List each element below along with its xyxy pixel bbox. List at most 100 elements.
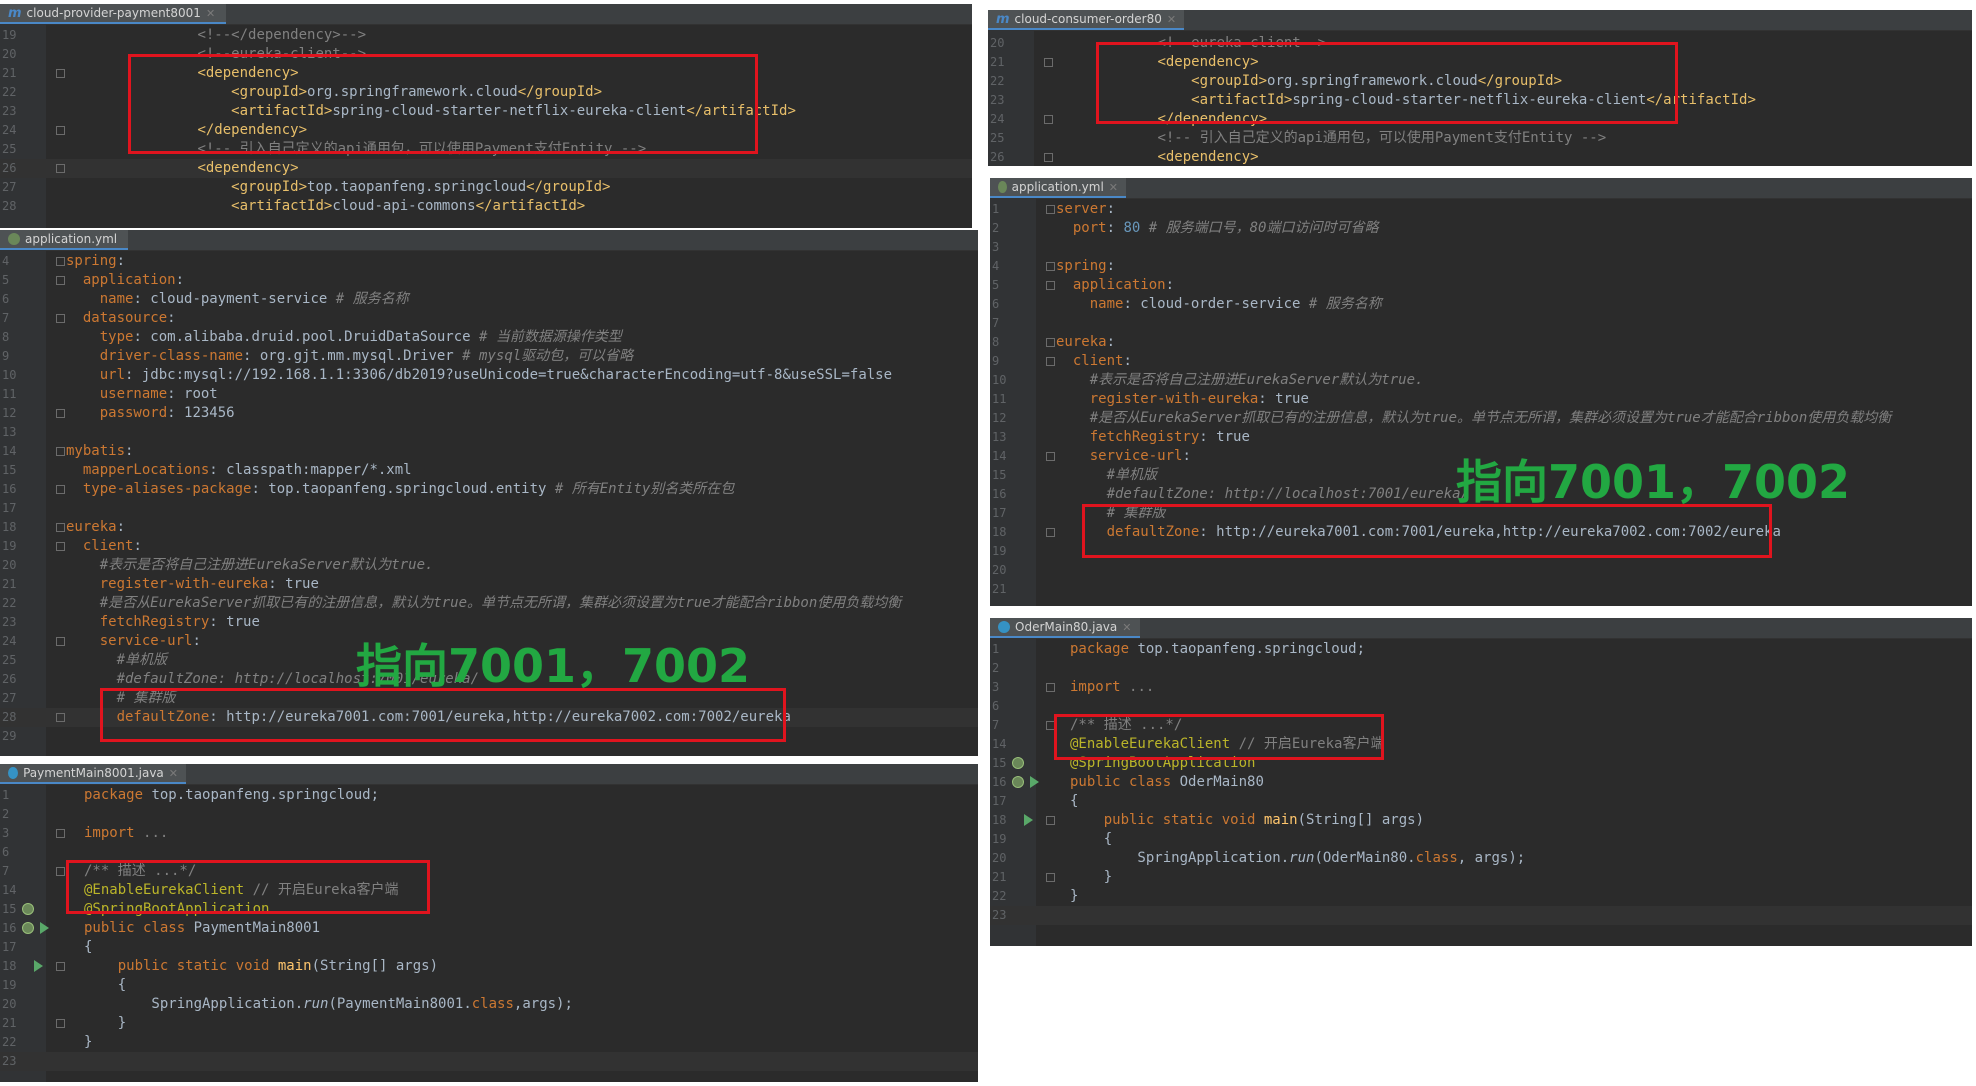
fold-marker-icon[interactable] xyxy=(1046,205,1055,214)
code-line[interactable]: 9 client: xyxy=(990,352,1972,371)
code-line[interactable]: 19 { xyxy=(990,830,1972,849)
fold-marker-icon[interactable] xyxy=(1046,262,1055,271)
code-line[interactable]: 4 spring: xyxy=(0,252,978,271)
code-line[interactable]: 16 public class PaymentMain8001 xyxy=(0,919,978,938)
spring-bean-icon[interactable] xyxy=(22,922,34,934)
code-line[interactable]: 13 xyxy=(0,423,978,442)
code-line[interactable]: 22 #是否从EurekaServer抓取已有的注册信息，默认为true。单节点… xyxy=(0,594,978,613)
code-line[interactable]: 15 mapperLocations: classpath:mapper/*.x… xyxy=(0,461,978,480)
fold-marker-icon[interactable] xyxy=(56,829,65,838)
fold-marker-icon[interactable] xyxy=(56,409,65,418)
code-line[interactable]: 21 } xyxy=(0,1014,978,1033)
code-line[interactable]: 5 application: xyxy=(990,276,1972,295)
code-line[interactable]: 9 driver-class-name: org.gjt.mm.mysql.Dr… xyxy=(0,347,978,366)
code-line[interactable]: 1 package top.taopanfeng.springcloud; xyxy=(990,640,1972,659)
fold-marker-icon[interactable] xyxy=(56,276,65,285)
code-line[interactable]: 1 package top.taopanfeng.springcloud; xyxy=(0,786,978,805)
code-line[interactable]: 6 name: cloud-payment-service # 服务名称 xyxy=(0,290,978,309)
code-line[interactable]: 17 { xyxy=(0,938,978,957)
code-line[interactable]: 17 xyxy=(0,499,978,518)
code-line[interactable]: 2 xyxy=(0,805,978,824)
code-line[interactable]: 21 register-with-eureka: true xyxy=(0,575,978,594)
code-line[interactable]: 12 #是否从EurekaServer抓取已有的注册信息，默认为true。单节点… xyxy=(990,409,1972,428)
run-icon[interactable] xyxy=(1030,776,1039,788)
code-line[interactable]: 4 spring: xyxy=(990,257,1972,276)
code-line[interactable]: 23 xyxy=(0,1052,978,1071)
code-line[interactable]: 18 public static void main(String[] args… xyxy=(0,957,978,976)
fold-marker-icon[interactable] xyxy=(56,523,65,532)
close-icon[interactable]: ✕ xyxy=(1109,181,1118,194)
code-line[interactable]: 8 type: com.alibaba.druid.pool.DruidData… xyxy=(0,328,978,347)
code-line[interactable]: 14 mybatis: xyxy=(0,442,978,461)
code-line[interactable]: 26 <dependency> xyxy=(988,148,1972,166)
code-line[interactable]: 19 <!--</dependency>--> xyxy=(0,26,972,45)
code-line[interactable]: 20 SpringApplication.run(OderMain80.clas… xyxy=(990,849,1972,868)
run-icon[interactable] xyxy=(34,960,43,972)
fold-marker-icon[interactable] xyxy=(1044,58,1053,67)
code-line[interactable]: 8 eureka: xyxy=(990,333,1972,352)
run-icon[interactable] xyxy=(1024,814,1033,826)
code-line[interactable]: 3 import ... xyxy=(990,678,1972,697)
code-line[interactable]: 20 SpringApplication.run(PaymentMain8001… xyxy=(0,995,978,1014)
code-line[interactable]: 10 #表示是否将自己注册进EurekaServer默认为true. xyxy=(990,371,1972,390)
fold-marker-icon[interactable] xyxy=(1046,873,1055,882)
fold-marker-icon[interactable] xyxy=(56,542,65,551)
code-line[interactable]: 27 <groupId>top.taopanfeng.springcloud</… xyxy=(0,178,972,197)
code-line[interactable]: 21 xyxy=(990,580,1972,599)
editor-java-provider[interactable]: PaymentMain8001.java ✕ 1 package top.taop… xyxy=(0,764,978,1082)
code-line[interactable]: 18 eureka: xyxy=(0,518,978,537)
close-icon[interactable]: ✕ xyxy=(169,767,178,780)
code-line[interactable]: 2 port: 80 # 服务端口号，80端口访问时可省略 xyxy=(990,219,1972,238)
code-line[interactable]: 11 register-with-eureka: true xyxy=(990,390,1972,409)
code-line[interactable]: 1 server: xyxy=(990,200,1972,219)
fold-marker-icon[interactable] xyxy=(56,164,65,173)
spring-bean-icon[interactable] xyxy=(22,903,34,915)
fold-marker-icon[interactable] xyxy=(56,126,65,135)
tab-java-provider[interactable]: PaymentMain8001.java ✕ xyxy=(0,764,186,784)
code-line[interactable]: 18 public static void main(String[] args… xyxy=(990,811,1972,830)
code-line[interactable]: 3 xyxy=(990,238,1972,257)
fold-marker-icon[interactable] xyxy=(56,637,65,646)
fold-marker-icon[interactable] xyxy=(56,485,65,494)
fold-marker-icon[interactable] xyxy=(1044,115,1053,124)
close-icon[interactable]: ✕ xyxy=(1167,13,1176,26)
fold-marker-icon[interactable] xyxy=(56,1019,65,1028)
fold-marker-icon[interactable] xyxy=(1046,816,1055,825)
fold-marker-icon[interactable] xyxy=(56,257,65,266)
tab-java-consumer[interactable]: OderMain80.java ✕ xyxy=(990,618,1140,638)
code-line[interactable]: 13 fetchRegistry: true xyxy=(990,428,1972,447)
tab-yml-consumer[interactable]: application.yml ✕ xyxy=(990,178,1126,198)
fold-marker-icon[interactable] xyxy=(1046,528,1055,537)
code-line[interactable]: 25 <!-- 引入自己定义的api通用包，可以使用Payment支付Entit… xyxy=(988,129,1972,148)
editor-java-consumer[interactable]: OderMain80.java ✕ 1 package top.taopanfen… xyxy=(990,618,1972,946)
editor-pom-provider[interactable]: m cloud-provider-payment8001 ✕ 19 <!--</… xyxy=(0,4,972,228)
fold-marker-icon[interactable] xyxy=(56,867,65,876)
close-icon[interactable]: ✕ xyxy=(1122,621,1131,634)
close-icon[interactable]: ✕ xyxy=(206,7,215,20)
run-icon[interactable] xyxy=(40,922,49,934)
code-line[interactable]: 7 datasource: xyxy=(0,309,978,328)
fold-marker-icon[interactable] xyxy=(56,314,65,323)
code-line[interactable]: 20 #表示是否将自己注册进EurekaServer默认为true. xyxy=(0,556,978,575)
code-line[interactable]: 17 { xyxy=(990,792,1972,811)
code-line[interactable]: 7 xyxy=(990,314,1972,333)
tab-pom-provider[interactable]: m cloud-provider-payment8001 ✕ xyxy=(0,4,226,24)
code-line[interactable]: 22} xyxy=(0,1033,978,1052)
fold-marker-icon[interactable] xyxy=(1046,338,1055,347)
code-line[interactable]: 10 url: jdbc:mysql://192.168.1.1:3306/db… xyxy=(0,366,978,385)
fold-marker-icon[interactable] xyxy=(56,962,65,971)
fold-marker-icon[interactable] xyxy=(1046,281,1055,290)
code-line[interactable]: 3 import ... xyxy=(0,824,978,843)
editor-pom-consumer[interactable]: m cloud-consumer-order80 ✕ 20 <!--eureka… xyxy=(988,10,1972,166)
code-line[interactable]: 22} xyxy=(990,887,1972,906)
fold-marker-icon[interactable] xyxy=(1046,357,1055,366)
code-line[interactable]: 5 application: xyxy=(0,271,978,290)
code-line[interactable]: 16 public class OderMain80 xyxy=(990,773,1972,792)
code-line[interactable]: 21 } xyxy=(990,868,1972,887)
code-line[interactable]: 11 username: root xyxy=(0,385,978,404)
code-line[interactable]: 20 xyxy=(990,561,1972,580)
tab-pom-consumer[interactable]: m cloud-consumer-order80 ✕ xyxy=(988,10,1184,30)
code-line[interactable]: 16 type-aliases-package: top.taopanfeng.… xyxy=(0,480,978,499)
tab-yml-provider[interactable]: application.yml xyxy=(0,230,128,250)
editor-yml-consumer[interactable]: application.yml ✕ 1 server: 2 port: 80 # 服… xyxy=(990,178,1972,606)
